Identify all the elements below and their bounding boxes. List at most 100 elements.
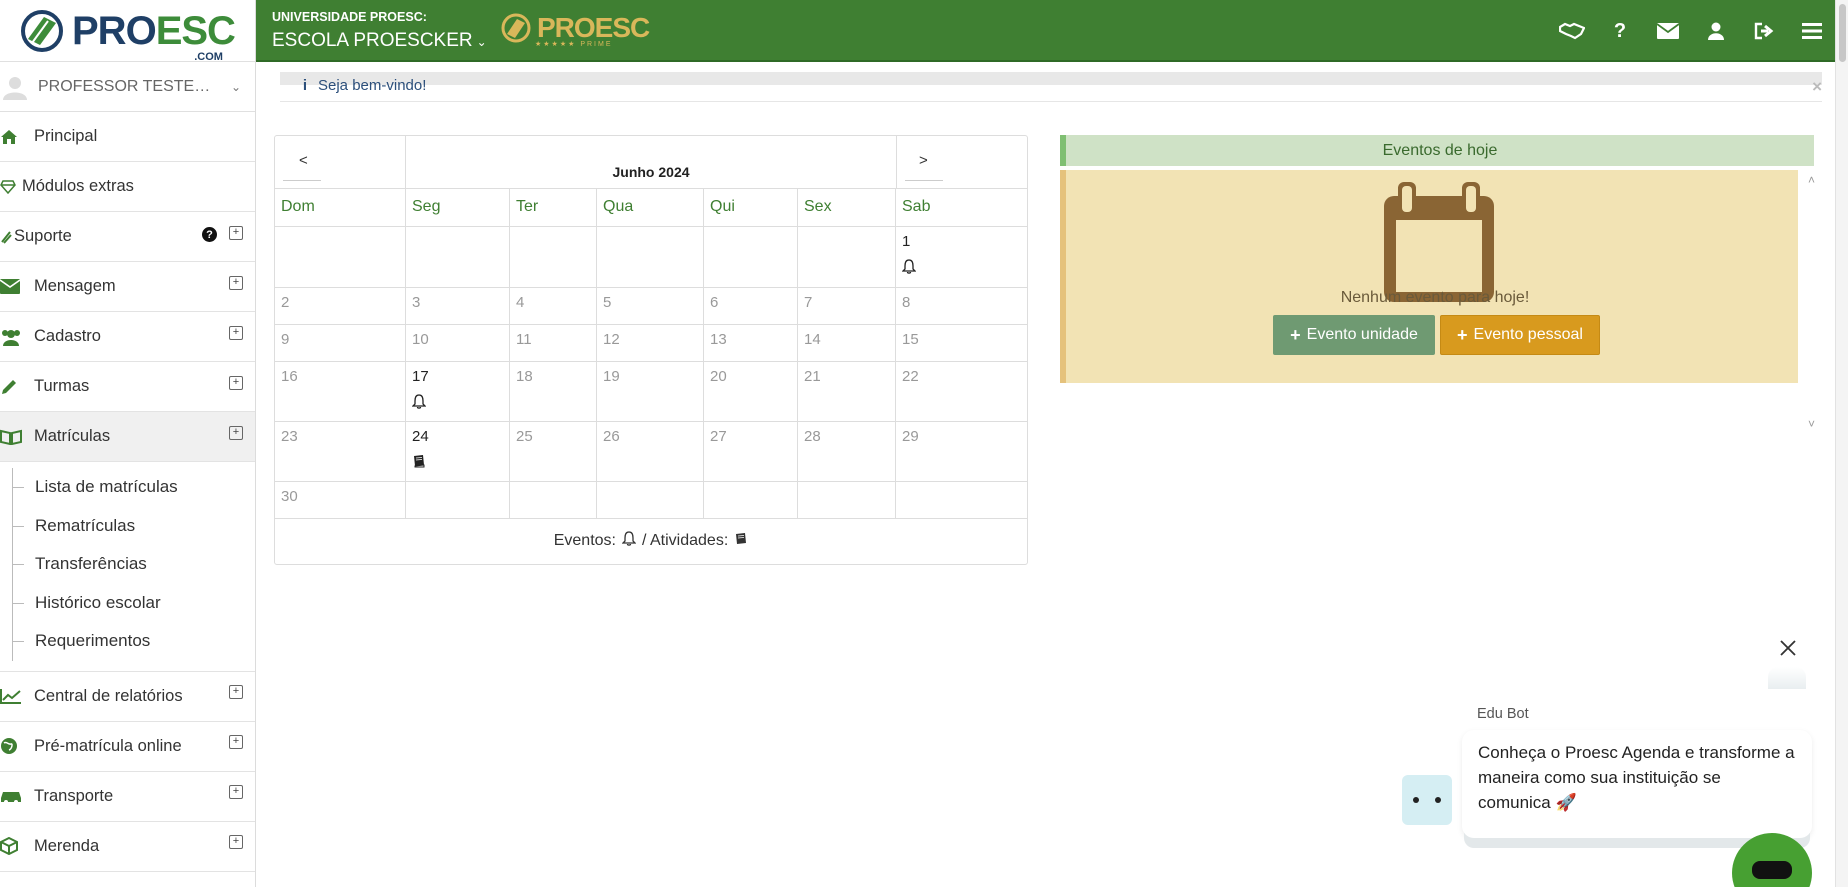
expand-icon[interactable]: + xyxy=(229,325,243,340)
day-cell-29[interactable]: 29 xyxy=(896,422,1027,481)
sidebar-item-principal[interactable]: Principal xyxy=(0,112,255,162)
ticket-icon xyxy=(0,230,14,244)
day-cell-25[interactable]: 25 xyxy=(510,422,597,481)
submenu-historico-escolar[interactable]: Histórico escolar xyxy=(0,583,255,623)
calendar-next-button[interactable]: > xyxy=(896,136,1027,189)
school-selector[interactable]: ESCOLA PROESCKER ⌄ xyxy=(272,30,487,52)
user-icon[interactable] xyxy=(1703,18,1729,44)
expand-icon[interactable]: + xyxy=(229,785,243,799)
expand-icon[interactable]: + xyxy=(229,425,243,440)
sidebar-item-transporte[interactable]: Transporte + xyxy=(0,772,255,822)
no-events-message: Nenhum evento para hoje! xyxy=(1340,289,1530,306)
day-cell-18[interactable]: 18 xyxy=(510,362,597,421)
day-cell-20[interactable]: 20 xyxy=(704,362,798,421)
day-cell-19[interactable]: 19 xyxy=(597,362,704,421)
user-dropdown[interactable]: PROFESSOR TESTE 1... ⌄ xyxy=(0,62,255,112)
day-cell-8[interactable]: 8 xyxy=(896,288,1027,324)
day-cell-21[interactable]: 21 xyxy=(798,362,896,421)
day-cell-16[interactable]: 16 xyxy=(275,362,406,421)
users-icon xyxy=(0,328,34,346)
add-unit-event-button[interactable]: + Evento unidade xyxy=(1273,315,1435,355)
expand-icon[interactable]: + xyxy=(229,685,243,699)
week-row: 2 3 4 5 6 7 8 xyxy=(275,288,1027,325)
day-cell-empty xyxy=(798,227,896,287)
chat-launcher-button[interactable] xyxy=(1732,833,1812,887)
bell-icon[interactable] xyxy=(411,394,427,412)
day-cell-10[interactable]: 10 xyxy=(406,325,510,361)
handshake-icon[interactable] xyxy=(1559,18,1585,44)
submenu-rematriculas[interactable]: Rematrículas xyxy=(0,506,255,546)
week-row: 1 xyxy=(275,227,1027,288)
day-cell-12[interactable]: 12 xyxy=(597,325,704,361)
sidebar-item-suporte[interactable]: Suporte ? + xyxy=(0,212,255,262)
events-scroll-up-icon[interactable]: ˄ xyxy=(1808,173,1815,187)
hamburger-menu-icon[interactable] xyxy=(1799,18,1825,44)
day-cell-14[interactable]: 14 xyxy=(798,325,896,361)
page-scrollbar[interactable] xyxy=(1835,0,1848,887)
week-row: 30 xyxy=(275,482,1027,519)
submenu-requerimentos[interactable]: Requerimentos xyxy=(0,622,255,661)
events-scroll-down-icon[interactable]: ˅ xyxy=(1808,417,1815,431)
logout-icon[interactable] xyxy=(1751,18,1777,44)
day-cell-13[interactable]: 13 xyxy=(704,325,798,361)
day-cell-5[interactable]: 5 xyxy=(597,288,704,324)
day-cell-9[interactable]: 9 xyxy=(275,325,406,361)
submenu-lista-matriculas[interactable]: Lista de matrículas xyxy=(0,468,255,507)
day-cell-6[interactable]: 6 xyxy=(704,288,798,324)
expand-icon[interactable]: + xyxy=(229,275,243,290)
expand-icon[interactable]: + xyxy=(229,735,243,749)
expand-icon[interactable]: + xyxy=(229,375,243,390)
day-cell-15[interactable]: 15 xyxy=(896,325,1027,361)
sidebar-item-label: Merenda xyxy=(34,836,100,855)
calendar-prev-button[interactable]: < xyxy=(275,136,406,189)
day-cell-24[interactable]: 24 xyxy=(406,422,510,481)
day-cell-2[interactable]: 2 xyxy=(275,288,406,324)
sidebar-item-modulos-extras[interactable]: Módulos extras xyxy=(0,162,255,212)
sidebar-item-pre-matricula[interactable]: Pré-matrícula online + xyxy=(0,722,255,772)
sidebar-item-label: Módulos extras xyxy=(22,177,134,195)
day-cell-7[interactable]: 7 xyxy=(798,288,896,324)
alert-message: i Seja bem-vindo! xyxy=(298,77,427,94)
day-cell-23[interactable]: 23 xyxy=(275,422,406,481)
weekday-qui: Qui xyxy=(704,189,798,226)
submenu-transferencias[interactable]: Transferências xyxy=(0,545,255,584)
alert-close-button[interactable]: × xyxy=(1812,77,1822,97)
day-cell-empty xyxy=(406,482,510,518)
add-personal-event-label: Evento pessoal xyxy=(1473,326,1583,343)
sidebar-item-cadastro[interactable]: Cadastro + xyxy=(0,312,255,362)
sidebar-item-mensagem[interactable]: Mensagem + xyxy=(0,262,255,312)
envelope-icon[interactable] xyxy=(1655,18,1681,44)
prev-label: < xyxy=(299,152,308,169)
day-cell-22[interactable]: 22 xyxy=(896,362,1027,421)
expand-icon[interactable]: + xyxy=(229,225,243,240)
sidebar-item-turmas[interactable]: Turmas + xyxy=(0,362,255,412)
proesc-logo[interactable]: PROESC .COM xyxy=(0,0,255,62)
day-cell-28[interactable]: 28 xyxy=(798,422,896,481)
chat-close-button[interactable] xyxy=(1768,628,1808,668)
day-cell-3[interactable]: 3 xyxy=(406,288,510,324)
help-icon[interactable]: ? xyxy=(202,227,217,242)
day-cell-17[interactable]: 17 xyxy=(406,362,510,421)
next-label: > xyxy=(919,152,928,169)
day-cell-27[interactable]: 27 xyxy=(704,422,798,481)
day-cell-26[interactable]: 26 xyxy=(597,422,704,481)
book-icon[interactable] xyxy=(412,454,426,471)
expand-icon[interactable]: + xyxy=(229,835,243,849)
day-number: 1 xyxy=(902,233,911,250)
sidebar-item-central-relatorios[interactable]: Central de relatórios + xyxy=(0,672,255,722)
sidebar-item-matriculas[interactable]: Matrículas + xyxy=(0,412,255,462)
sidebar-item-merenda[interactable]: Merenda + xyxy=(0,822,255,872)
weekday-seg: Seg xyxy=(406,189,510,226)
question-icon[interactable]: ? xyxy=(1607,18,1633,44)
bell-icon[interactable] xyxy=(901,259,917,277)
sidebar: PROESC .COM PROFESSOR TESTE 1... ⌄ Princ… xyxy=(0,0,256,887)
day-cell-30[interactable]: 30 xyxy=(275,482,406,518)
day-cell-11[interactable]: 11 xyxy=(510,325,597,361)
scrollbar-thumb[interactable] xyxy=(1839,4,1846,62)
chat-bubble-icon xyxy=(1752,861,1792,879)
bot-message-bubble[interactable]: Conheça o Proesc Agenda e transforme a m… xyxy=(1462,730,1812,838)
add-personal-event-button[interactable]: + Evento pessoal xyxy=(1440,315,1600,355)
day-cell-1[interactable]: 1 xyxy=(896,227,1027,287)
user-name: PROFESSOR TESTE 1... xyxy=(38,77,221,95)
day-cell-4[interactable]: 4 xyxy=(510,288,597,324)
